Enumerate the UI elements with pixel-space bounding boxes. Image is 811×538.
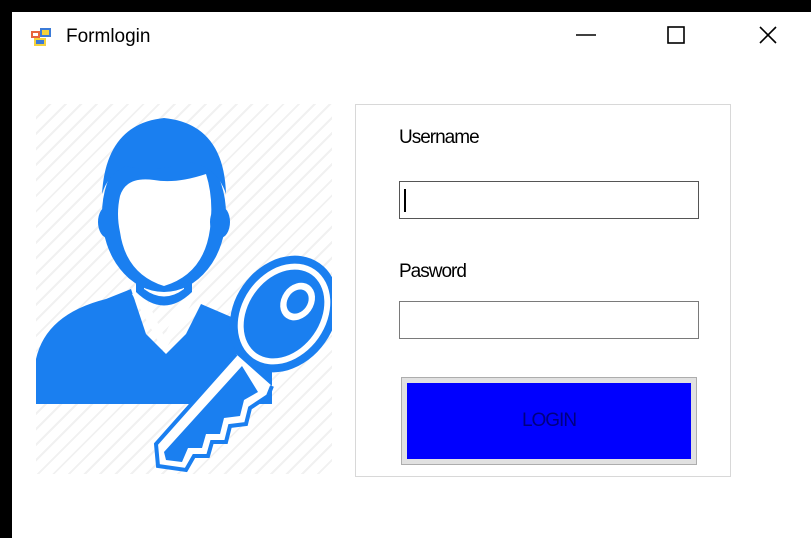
login-window: Formlogin Username Pasword LOGIN <box>12 12 811 538</box>
maximize-button[interactable] <box>654 12 698 58</box>
user-key-icon <box>36 118 332 473</box>
maximize-icon <box>667 26 685 44</box>
close-icon <box>759 26 777 44</box>
minimize-icon <box>576 34 596 36</box>
title-bar[interactable]: Formlogin <box>12 12 811 64</box>
login-button-label: LOGIN <box>521 410 577 431</box>
username-field[interactable] <box>399 181 699 219</box>
login-panel: Username Pasword LOGIN <box>355 104 731 477</box>
app-icon <box>31 28 51 46</box>
password-field[interactable] <box>399 301 699 339</box>
username-label: Username <box>399 127 480 148</box>
minimize-button[interactable] <box>564 12 608 58</box>
user-key-picture <box>36 104 332 474</box>
login-button[interactable]: LOGIN <box>401 377 697 465</box>
window-title: Formlogin <box>66 26 151 47</box>
login-button-face: LOGIN <box>407 383 691 459</box>
password-label: Pasword <box>399 261 467 282</box>
close-button[interactable] <box>746 12 790 58</box>
text-caret <box>404 189 406 212</box>
